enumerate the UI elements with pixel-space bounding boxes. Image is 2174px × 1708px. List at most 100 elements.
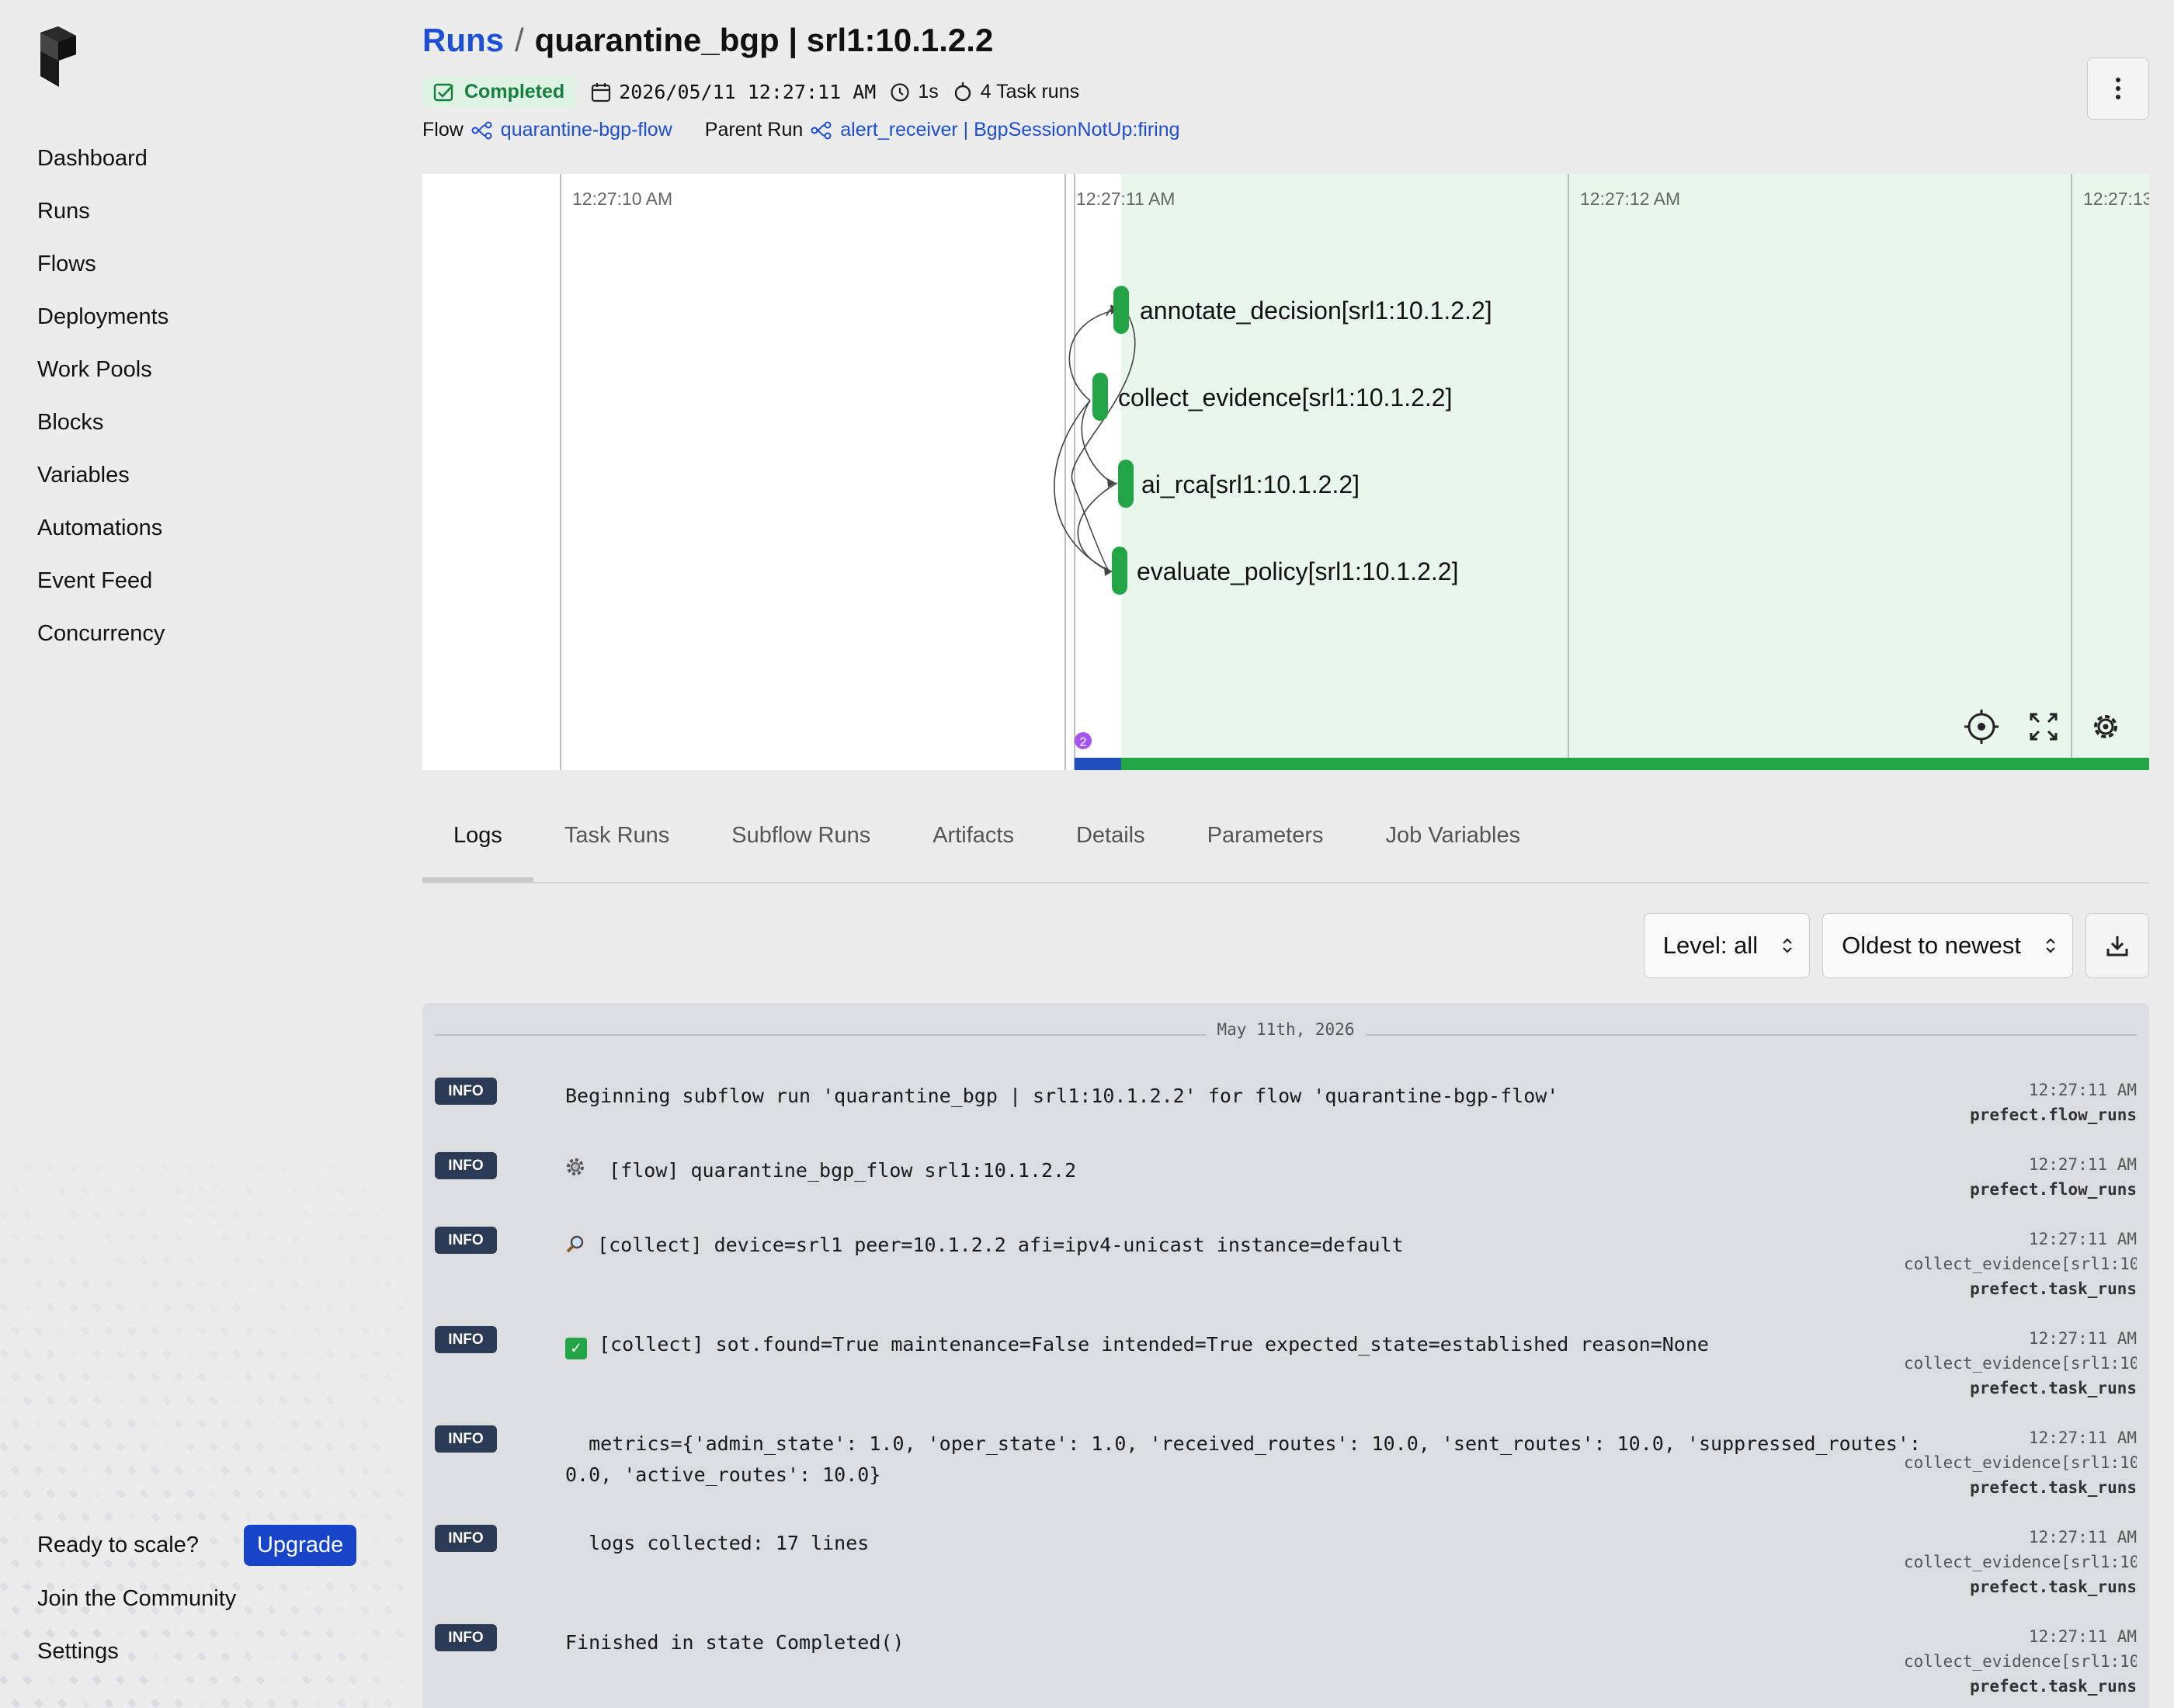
log-source: prefect.flow_runs (1970, 1106, 2137, 1124)
breadcrumb-runs-link[interactable]: Runs (422, 22, 504, 59)
log-list[interactable]: May 11th, 2026 INFO Beginning subflow ru… (422, 1003, 2149, 1708)
flow-link[interactable]: quarantine-bgp-flow (501, 119, 672, 141)
decorative-dot (92, 1209, 102, 1220)
decorative-dot (22, 1255, 33, 1266)
decorative-dot (81, 1233, 91, 1243)
decorative-dot (196, 1418, 207, 1429)
decorative-dot (314, 1233, 324, 1243)
sidebar-nav: Dashboard Runs Flows Deployments Work Po… (37, 138, 168, 666)
decorative-dot (116, 1396, 126, 1406)
decorative-dot (0, 1349, 9, 1359)
task-node-annotate-decision[interactable] (1113, 286, 1129, 334)
sidebar-item-work-pools[interactable]: Work Pools (37, 349, 168, 402)
decorative-dot (278, 1255, 289, 1266)
decorative-dot (139, 1303, 149, 1313)
decorative-dot (33, 1465, 44, 1476)
decorative-dot (395, 1675, 404, 1685)
more-options-button[interactable] (2087, 57, 2149, 120)
decorative-dot (208, 1395, 219, 1406)
tab-parameters[interactable]: Parameters (1176, 801, 1355, 882)
task-label-annotate-decision[interactable]: annotate_decision[srl1:10.1.2.2] (1140, 297, 1492, 325)
sidebar-item-variables[interactable]: Variables (37, 455, 168, 508)
decorative-dot (57, 1698, 68, 1708)
decorative-dot (290, 1698, 300, 1708)
decorative-dot (384, 1419, 394, 1429)
decorative-dot (127, 1418, 137, 1429)
decorative-dot (313, 1279, 324, 1290)
log-message-wrap: ✓ [collect] sot.found=True maintenance=F… (565, 1329, 1947, 1360)
sidebar-item-dashboard[interactable]: Dashboard (37, 138, 168, 191)
decorative-dot (22, 1165, 33, 1173)
decorative-dot (150, 1325, 161, 1336)
tick-label: 12:27:10 AM (572, 189, 672, 209)
decorative-dot (45, 1349, 56, 1359)
order-select[interactable]: Oldest to newest (1822, 913, 2073, 978)
decorative-dot (208, 1302, 219, 1313)
decorative-dot (383, 1512, 394, 1522)
prefect-logo[interactable] (37, 26, 79, 87)
timeline-settings-icon[interactable] (2094, 715, 2117, 738)
task-label-evaluate-policy[interactable]: evaluate_policy[srl1:10.1.2.2] (1137, 557, 1458, 585)
decorative-dot (150, 1698, 161, 1708)
sidebar-item-automations[interactable]: Automations (37, 508, 168, 561)
task-node-ai-rca[interactable] (1118, 460, 1134, 508)
log-meta: 12:27:11 AM collect_evidence[srl1:10 pre… (1904, 1326, 2137, 1401)
log-meta: 12:27:11 AM prefect.flow_runs (1904, 1078, 2137, 1127)
timeline-graph[interactable]: 12:27:10 AM 12:27:11 AM 12:27:12 AM 12:2… (422, 174, 2149, 770)
tab-artifacts[interactable]: Artifacts (901, 801, 1045, 882)
decorative-dot (243, 1372, 254, 1383)
decorative-dot (22, 1395, 33, 1406)
tab-logs[interactable]: Logs (422, 801, 533, 882)
task-label-collect-evidence[interactable]: collect_evidence[srl1:10.1.2.2] (1118, 384, 1452, 411)
decorative-dot (161, 1302, 172, 1313)
decorative-dot (301, 1395, 312, 1406)
settings-link[interactable]: Settings (37, 1625, 379, 1678)
sidebar-item-deployments[interactable]: Deployments (37, 297, 168, 349)
sidebar-item-event-feed[interactable]: Event Feed (37, 561, 168, 613)
task-label-ai-rca[interactable]: ai_rca[srl1:10.1.2.2] (1141, 470, 1360, 498)
sidebar-item-flows[interactable]: Flows (37, 244, 168, 297)
decorative-dot (185, 1442, 196, 1453)
sidebar-item-blocks[interactable]: Blocks (37, 402, 168, 455)
decorative-dot (243, 1418, 254, 1429)
decorative-dot (0, 1396, 9, 1406)
chevron-up-down-icon (2046, 938, 2055, 953)
decorative-dot (33, 1232, 44, 1243)
decorative-dot (173, 1698, 184, 1708)
decorative-dot (279, 1210, 289, 1220)
tab-subflow-runs[interactable]: Subflow Runs (700, 801, 901, 882)
decorative-dot (336, 1279, 347, 1290)
decorative-dot (150, 1372, 161, 1383)
level-select[interactable]: Level: all (1643, 913, 1811, 978)
join-community-link[interactable]: Join the Community (37, 1572, 379, 1625)
sidebar-item-concurrency[interactable]: Concurrency (37, 613, 168, 666)
log-meta: 12:27:11 AM collect_evidence[srl1:10 pre… (1904, 1425, 2137, 1500)
decorative-dot (23, 1303, 33, 1313)
decorative-dot (92, 1488, 102, 1499)
decorative-dot (173, 1279, 184, 1290)
decorative-dot (266, 1372, 277, 1383)
log-message-wrap: [collect] device=srl1 peer=10.1.2.2 afi=… (565, 1230, 1947, 1261)
decorative-dot (92, 1395, 102, 1406)
tab-task-runs[interactable]: Task Runs (533, 801, 700, 882)
decorative-dot (290, 1232, 300, 1243)
tab-details[interactable]: Details (1045, 801, 1176, 882)
run-timeline[interactable]: 12:27:10 AM 12:27:11 AM 12:27:12 AM 12:2… (422, 174, 2149, 770)
task-node-collect-evidence[interactable] (1092, 373, 1108, 421)
sidebar-item-runs[interactable]: Runs (37, 191, 168, 244)
upgrade-button[interactable]: Upgrade (243, 1524, 357, 1566)
task-node-evaluate-policy[interactable] (1112, 547, 1127, 595)
parent-run-link[interactable]: alert_receiver | BgpSessionNotUp:firing (840, 119, 1179, 141)
decorative-dot (57, 1186, 68, 1196)
decorative-dot (383, 1465, 394, 1476)
decorative-dot (290, 1186, 300, 1196)
decorative-dot (57, 1326, 68, 1336)
decorative-dot (255, 1303, 266, 1313)
decorative-dot (336, 1465, 347, 1476)
decorative-dot (68, 1488, 79, 1499)
tab-job-variables[interactable]: Job Variables (1355, 801, 1552, 882)
decorative-dot (103, 1232, 114, 1243)
decorative-dot (80, 1418, 91, 1429)
decorative-dot (255, 1442, 266, 1453)
download-logs-button[interactable] (2085, 913, 2149, 978)
